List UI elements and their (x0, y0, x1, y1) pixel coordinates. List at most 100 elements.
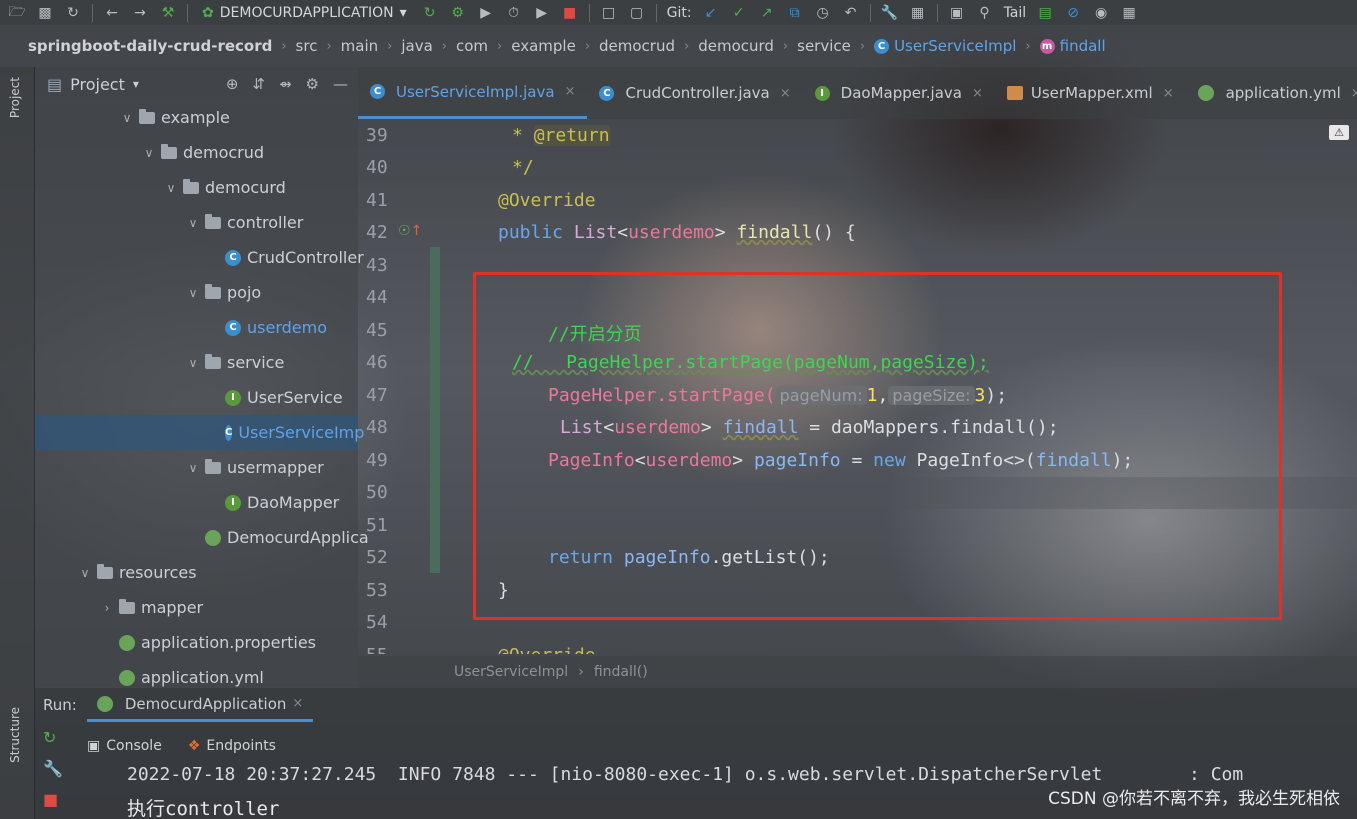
tab-userserviceimpl[interactable]: C UserServiceImpl.java × (358, 67, 588, 119)
collapse-all-icon[interactable]: ⇴ (279, 75, 292, 93)
tab-console[interactable]: ▣ Console (87, 738, 162, 754)
tree-item-mapper[interactable]: › mapper (99, 590, 204, 625)
close-icon[interactable]: × (780, 86, 791, 101)
tree-item-example[interactable]: ∨ example (119, 100, 230, 135)
tree-item-pojo[interactable]: ∨ pojo (185, 275, 262, 310)
editor-crumb-method[interactable]: findall() (594, 664, 648, 680)
close-icon[interactable]: × (1351, 86, 1357, 101)
wrench-icon[interactable]: 🔧 (43, 759, 63, 778)
crumb-project[interactable]: springboot-daily-crud-record (28, 37, 272, 55)
stop-icon[interactable]: ■ (43, 790, 63, 809)
folder-open-icon[interactable]: 🗁 (8, 4, 26, 22)
chevron-down-icon[interactable]: ▾ (133, 77, 139, 91)
crumb-example[interactable]: example (511, 37, 576, 55)
build-hammer-icon[interactable]: ⚒ (159, 4, 177, 22)
palette-icon[interactable]: ▦ (1120, 4, 1138, 22)
window-icon[interactable]: ▣ (948, 4, 966, 22)
crumb-method[interactable]: m findall (1039, 37, 1106, 55)
tab-daomapper[interactable]: I DaoMapper.java × (803, 67, 995, 119)
structure-tool-tab[interactable]: Structure (8, 707, 22, 763)
tree-item-usermapper[interactable]: ∨ usermapper (185, 450, 324, 485)
locate-icon[interactable]: ⊕ (226, 75, 239, 93)
tab-application-yml[interactable]: application.yml × (1186, 67, 1357, 119)
profile-icon[interactable]: ⏱ (505, 4, 523, 22)
settings-gear-icon[interactable]: ⚙ (306, 75, 319, 93)
toolbar-divider (92, 3, 93, 22)
project-tool-tab[interactable]: Project (8, 77, 22, 118)
git-push-icon[interactable]: ↗ (758, 4, 776, 22)
tree-item-controller[interactable]: ∨ controller (185, 205, 304, 240)
rerun-icon[interactable]: ↻ (43, 728, 63, 747)
main-toolbar: 🗁 ▩ ↻ ← → ⚒ ✿ DEMOCURDAPPLICATION ▾ ↻ ⚙ … (0, 0, 1357, 25)
tail-label[interactable]: Tail (1004, 5, 1027, 21)
tree-item-userserviceimpl[interactable]: C UserServiceImp (35, 415, 364, 450)
chevron-right-icon: › (859, 38, 866, 54)
run-icon[interactable]: ▶ (533, 4, 551, 22)
crumb-democrud[interactable]: democrud (599, 37, 675, 55)
project-view-select[interactable]: Project (70, 75, 125, 94)
run-config-tab[interactable]: DemocurdApplication × (86, 688, 314, 722)
close-icon[interactable]: × (292, 696, 303, 711)
git-update-icon[interactable]: ↙ (702, 4, 720, 22)
tree-item-userservice[interactable]: I UserService (225, 380, 343, 415)
plugin-icon[interactable]: ◉ (1092, 4, 1110, 22)
tab-usermapper-xml[interactable]: UserMapper.xml × (995, 67, 1186, 119)
crumb-com[interactable]: com (456, 37, 488, 55)
stop-icon[interactable]: ■ (561, 4, 579, 22)
close-icon[interactable]: × (972, 86, 983, 101)
tree-item-daomapper[interactable]: I DaoMapper (225, 485, 339, 520)
rerun-icon[interactable]: ↻ (421, 4, 439, 22)
rollback-icon[interactable]: ↶ (842, 4, 860, 22)
tree-item-democurd[interactable]: ∨ democurd (163, 170, 286, 205)
git-merge-icon[interactable]: ⧉ (786, 4, 804, 22)
crumb-service[interactable]: service (797, 37, 851, 55)
disable-icon[interactable]: ⊘ (1064, 4, 1082, 22)
sync-icon[interactable]: ↻ (64, 4, 82, 22)
hide-panel-icon[interactable]: — (333, 75, 348, 93)
crumb-democurd[interactable]: democurd (698, 37, 774, 55)
class-icon: C (225, 249, 241, 266)
tree-item-resources[interactable]: ∨ resources (77, 555, 197, 590)
expand-all-icon[interactable]: ⇵ (252, 75, 265, 93)
close-icon[interactable]: × (565, 84, 576, 99)
close-icon[interactable]: × (1163, 86, 1174, 101)
line-number: 52 (366, 547, 388, 568)
warning-icon[interactable]: ⚠ (1329, 125, 1349, 140)
run-side-tools: ↻ 🔧 ■ (43, 728, 63, 809)
line-number: 50 (366, 482, 388, 503)
editor-crumb-class[interactable]: UserServiceImpl (454, 664, 568, 680)
history-clock-icon[interactable]: ◷ (814, 4, 832, 22)
run-configuration-select[interactable]: ✿ DEMOCURDAPPLICATION ▾ (198, 5, 411, 21)
forward-arrow-icon[interactable]: → (131, 4, 149, 22)
line-number: 45 (366, 320, 388, 341)
tree-item-userdemo[interactable]: Cuserdemo (225, 310, 327, 345)
tree-item-application-properties[interactable]: application.properties (119, 625, 316, 660)
coverage-icon[interactable]: ▶ (477, 4, 495, 22)
line-number: 42 (366, 222, 388, 243)
folder-icon (205, 458, 221, 474)
project-structure-icon[interactable]: ▦ (909, 4, 927, 22)
implements-gutter-icon[interactable]: ☉↑ (398, 223, 422, 239)
crumb-main[interactable]: main (341, 37, 378, 55)
tab-endpoints[interactable]: ❖ Endpoints (188, 738, 276, 754)
search-icon[interactable]: ⚲ (976, 4, 994, 22)
git-commit-icon[interactable]: ✓ (730, 4, 748, 22)
crumb-java[interactable]: java (401, 37, 432, 55)
git-label: Git: (666, 4, 692, 21)
database-icon[interactable]: ▤ (1036, 4, 1054, 22)
tab-crudcontroller[interactable]: C CrudController.java × (587, 67, 802, 119)
tree-item-democrud[interactable]: ∨ democrud (141, 135, 264, 170)
folder-icon (205, 353, 221, 369)
cube-icon[interactable]: ▢ (628, 4, 646, 22)
tree-item-service[interactable]: ∨ service (185, 345, 285, 380)
tree-item-crudcontroller[interactable]: C CrudController (225, 240, 364, 275)
crumb-src[interactable]: src (296, 37, 318, 55)
device-icon[interactable]: □ (600, 4, 618, 22)
back-arrow-icon[interactable]: ← (103, 4, 121, 22)
crumb-class[interactable]: C UserServiceImpl (874, 37, 1016, 55)
debug-bug-icon[interactable]: ⚙ (449, 4, 467, 22)
tree-item-democurdapplication[interactable]: DemocurdApplica (205, 520, 369, 555)
vcs-change-marker[interactable] (430, 247, 440, 573)
wrench-icon[interactable]: 🔧 (881, 4, 899, 22)
save-icon[interactable]: ▩ (36, 4, 54, 22)
